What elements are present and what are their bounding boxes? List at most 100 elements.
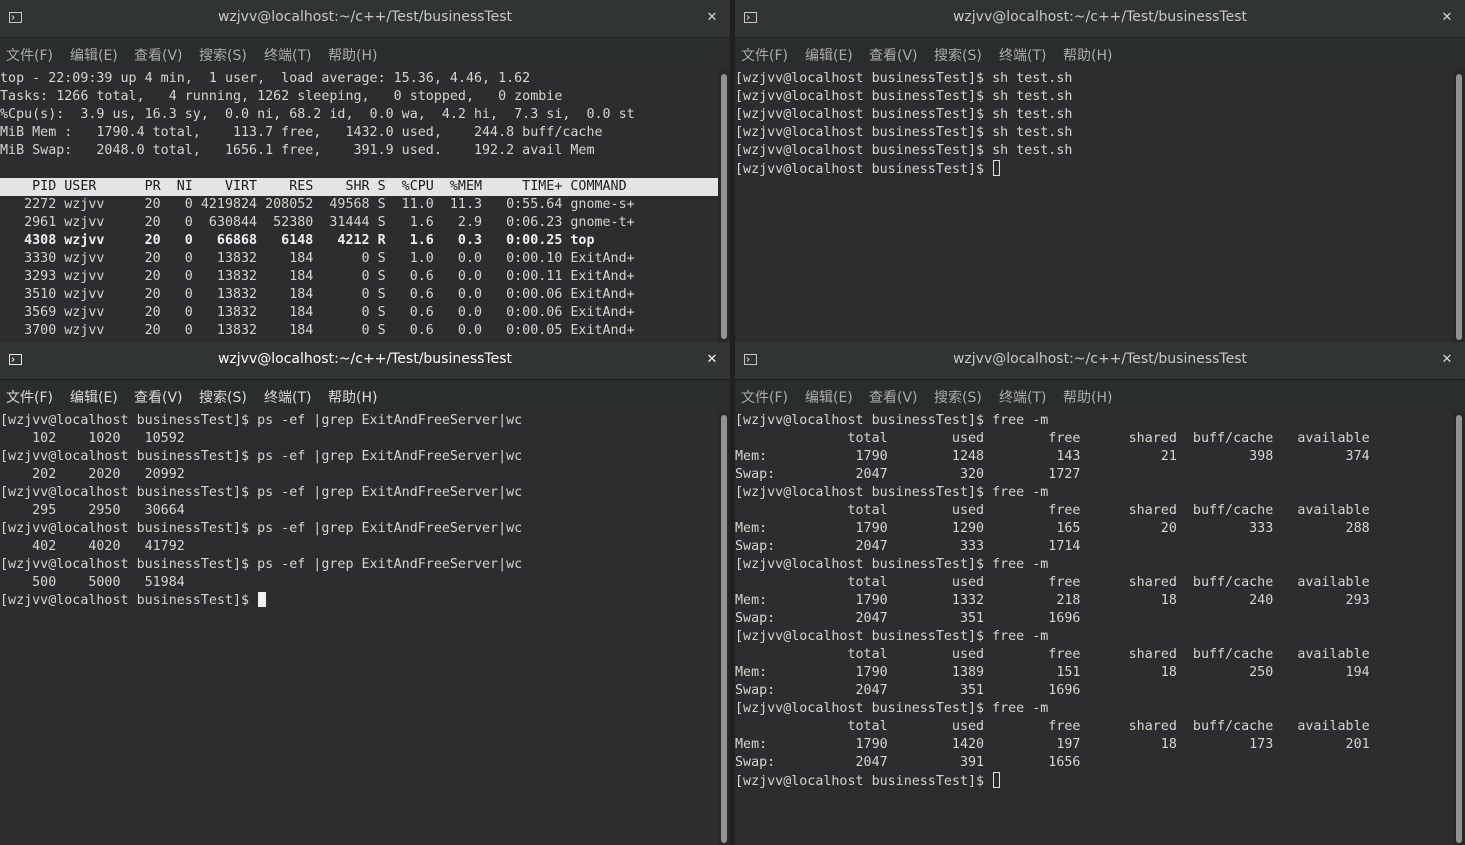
close-icon[interactable]: ✕ [1437, 8, 1457, 28]
free-mem-line: Mem: 1790 1420 197 18 173 201 [735, 737, 1370, 752]
terminal-window-test-sh[interactable]: wzjvv@localhost:~/c++/Test/businessTest … [735, 0, 1465, 342]
close-icon[interactable]: ✕ [702, 350, 722, 370]
terminal-output[interactable]: [wzjvv@localhost businessTest]$ ps -ef |… [0, 412, 718, 845]
process-row: 2961 wzjvv 20 0 630844 52380 31444 S 1.6… [0, 215, 635, 230]
free-swap-line: Swap: 2047 320 1727 [735, 467, 1081, 482]
top-summary-line: top - 22:09:39 up 4 min, 1 user, load av… [0, 71, 531, 86]
free-header-line: total used free shared buff/cache availa… [735, 575, 1370, 590]
menu-edit[interactable]: 编辑(E) [805, 45, 853, 65]
free-mem-line: Mem: 1790 1290 165 20 333 288 [735, 521, 1370, 536]
menu-view[interactable]: 查看(V) [134, 45, 183, 65]
command-line: [wzjvv@localhost businessTest]$ free -m [735, 485, 1049, 500]
command-line: [wzjvv@localhost businessTest]$ ps -ef |… [0, 449, 523, 464]
close-icon[interactable]: ✕ [1437, 350, 1457, 370]
window-title: wzjvv@localhost:~/c++/Test/businessTest [217, 351, 512, 367]
command-line: [wzjvv@localhost businessTest]$ sh test.… [735, 89, 1073, 104]
free-mem-line: Mem: 1790 1332 218 18 240 293 [735, 593, 1370, 608]
process-row: 2272 wzjvv 20 0 4219824 208052 49568 S 1… [0, 197, 635, 212]
free-mem-line: Mem: 1790 1389 151 18 250 194 [735, 665, 1370, 680]
process-row: 3293 wzjvv 20 0 13832 184 0 S 0.6 0.0 0:… [0, 269, 635, 284]
terminal-output[interactable]: [wzjvv@localhost businessTest]$ free -m … [735, 412, 1453, 845]
top-tasks-line: Tasks: 1266 total, 4 running, 1262 sleep… [0, 89, 563, 104]
scrollbar[interactable] [1453, 70, 1465, 342]
menu-search[interactable]: 搜索(S) [199, 387, 247, 407]
menu-file[interactable]: 文件(F) [6, 45, 53, 65]
window-title: wzjvv@localhost:~/c++/Test/businessTest [217, 9, 512, 25]
terminal-window-top[interactable]: wzjvv@localhost:~/c++/Test/businessTest … [0, 0, 730, 342]
command-line: [wzjvv@localhost businessTest]$ sh test.… [735, 125, 1073, 140]
terminal-window-free[interactable]: wzjvv@localhost:~/c++/Test/businessTest … [735, 342, 1465, 845]
window-title: wzjvv@localhost:~/c++/Test/businessTest [952, 351, 1247, 367]
menu-view[interactable]: 查看(V) [134, 387, 183, 407]
free-swap-line: Swap: 2047 351 1696 [735, 683, 1081, 698]
menu-terminal[interactable]: 终端(T) [264, 387, 311, 407]
top-cpu-line: %Cpu(s): 3.9 us, 16.3 sy, 0.0 ni, 68.2 i… [0, 107, 635, 122]
command-line: [wzjvv@localhost businessTest]$ sh test.… [735, 107, 1073, 122]
title-bar[interactable]: wzjvv@localhost:~/c++/Test/businessTest … [735, 0, 1465, 38]
free-mem-line: Mem: 1790 1248 143 21 398 374 [735, 449, 1370, 464]
menu-edit[interactable]: 编辑(E) [70, 387, 118, 407]
menu-search[interactable]: 搜索(S) [934, 45, 982, 65]
menu-view[interactable]: 查看(V) [869, 45, 918, 65]
menu-terminal[interactable]: 终端(T) [999, 45, 1046, 65]
menu-terminal[interactable]: 终端(T) [999, 387, 1046, 407]
prompt-text: [wzjvv@localhost businessTest]$ [0, 593, 258, 608]
close-icon[interactable]: ✕ [702, 8, 722, 28]
command-line: [wzjvv@localhost businessTest]$ free -m [735, 413, 1049, 428]
menu-file[interactable]: 文件(F) [6, 387, 53, 407]
scrollbar[interactable] [718, 412, 730, 845]
output-line: 202 2020 20992 [0, 467, 185, 482]
command-line: [wzjvv@localhost businessTest]$ ps -ef |… [0, 485, 523, 500]
command-line: [wzjvv@localhost businessTest]$ free -m [735, 629, 1049, 644]
menu-help[interactable]: 帮助(H) [1063, 45, 1112, 65]
terminal-window-ps-wc[interactable]: wzjvv@localhost:~/c++/Test/businessTest … [0, 342, 730, 845]
top-swap-line: MiB Swap: 2048.0 total, 1656.1 free, 391… [0, 143, 595, 158]
terminal-output[interactable]: top - 22:09:39 up 4 min, 1 user, load av… [0, 70, 719, 342]
command-line: [wzjvv@localhost businessTest]$ free -m [735, 557, 1049, 572]
title-bar[interactable]: wzjvv@localhost:~/c++/Test/businessTest … [735, 342, 1465, 380]
title-bar[interactable]: wzjvv@localhost:~/c++/Test/businessTest … [0, 0, 730, 38]
menu-help[interactable]: 帮助(H) [1063, 387, 1112, 407]
prompt-line[interactable]: [wzjvv@localhost businessTest]$ [0, 592, 267, 610]
menu-file[interactable]: 文件(F) [741, 45, 788, 65]
prompt-line[interactable]: [wzjvv@localhost businessTest]$ [735, 160, 1001, 178]
free-swap-line: Swap: 2047 333 1714 [735, 539, 1081, 554]
prompt-text: [wzjvv@localhost businessTest]$ [735, 774, 993, 789]
menu-terminal[interactable]: 终端(T) [264, 45, 311, 65]
menu-file[interactable]: 文件(F) [741, 387, 788, 407]
menu-help[interactable]: 帮助(H) [328, 387, 377, 407]
menu-edit[interactable]: 编辑(E) [70, 45, 118, 65]
prompt-line[interactable]: [wzjvv@localhost businessTest]$ [735, 772, 1001, 790]
scrollbar-thumb[interactable] [1456, 415, 1462, 843]
text-cursor [258, 592, 267, 607]
menu-bar: 文件(F) 编辑(E) 查看(V) 搜索(S) 终端(T) 帮助(H) [0, 38, 730, 69]
command-line: [wzjvv@localhost businessTest]$ sh test.… [735, 71, 1073, 86]
free-header-line: total used free shared buff/cache availa… [735, 719, 1370, 734]
free-header-line: total used free shared buff/cache availa… [735, 431, 1370, 446]
command-line: [wzjvv@localhost businessTest]$ ps -ef |… [0, 557, 523, 572]
scrollbar-thumb[interactable] [1456, 74, 1462, 340]
terminal-output[interactable]: [wzjvv@localhost businessTest]$ sh test.… [735, 70, 1453, 342]
scrollbar[interactable] [718, 70, 730, 342]
process-table-header: PID USER PR NI VIRT RES SHR S %CPU %MEM … [0, 178, 719, 196]
process-row: 3569 wzjvv 20 0 13832 184 0 S 0.6 0.0 0:… [0, 305, 635, 320]
command-line: [wzjvv@localhost businessTest]$ ps -ef |… [0, 521, 523, 536]
output-line: 500 5000 51984 [0, 575, 185, 590]
menu-view[interactable]: 查看(V) [869, 387, 918, 407]
menu-search[interactable]: 搜索(S) [934, 387, 982, 407]
menu-bar: 文件(F) 编辑(E) 查看(V) 搜索(S) 终端(T) 帮助(H) [735, 38, 1465, 69]
window-title: wzjvv@localhost:~/c++/Test/businessTest [952, 9, 1247, 25]
menu-search[interactable]: 搜索(S) [199, 45, 247, 65]
command-line: [wzjvv@localhost businessTest]$ free -m [735, 701, 1049, 716]
title-bar[interactable]: wzjvv@localhost:~/c++/Test/businessTest … [0, 342, 730, 380]
process-row-highlighted: 4308 wzjvv 20 0 66868 6148 4212 R 1.6 0.… [0, 233, 595, 248]
scrollbar-thumb[interactable] [721, 74, 727, 339]
free-swap-line: Swap: 2047 351 1696 [735, 611, 1081, 626]
free-header-line: total used free shared buff/cache availa… [735, 503, 1370, 518]
menu-help[interactable]: 帮助(H) [328, 45, 377, 65]
scrollbar[interactable] [1453, 412, 1465, 845]
menu-edit[interactable]: 编辑(E) [805, 387, 853, 407]
free-header-line: total used free shared buff/cache availa… [735, 647, 1370, 662]
scrollbar-thumb[interactable] [721, 415, 727, 843]
process-row: 3700 wzjvv 20 0 13832 184 0 S 0.6 0.0 0:… [0, 323, 635, 338]
